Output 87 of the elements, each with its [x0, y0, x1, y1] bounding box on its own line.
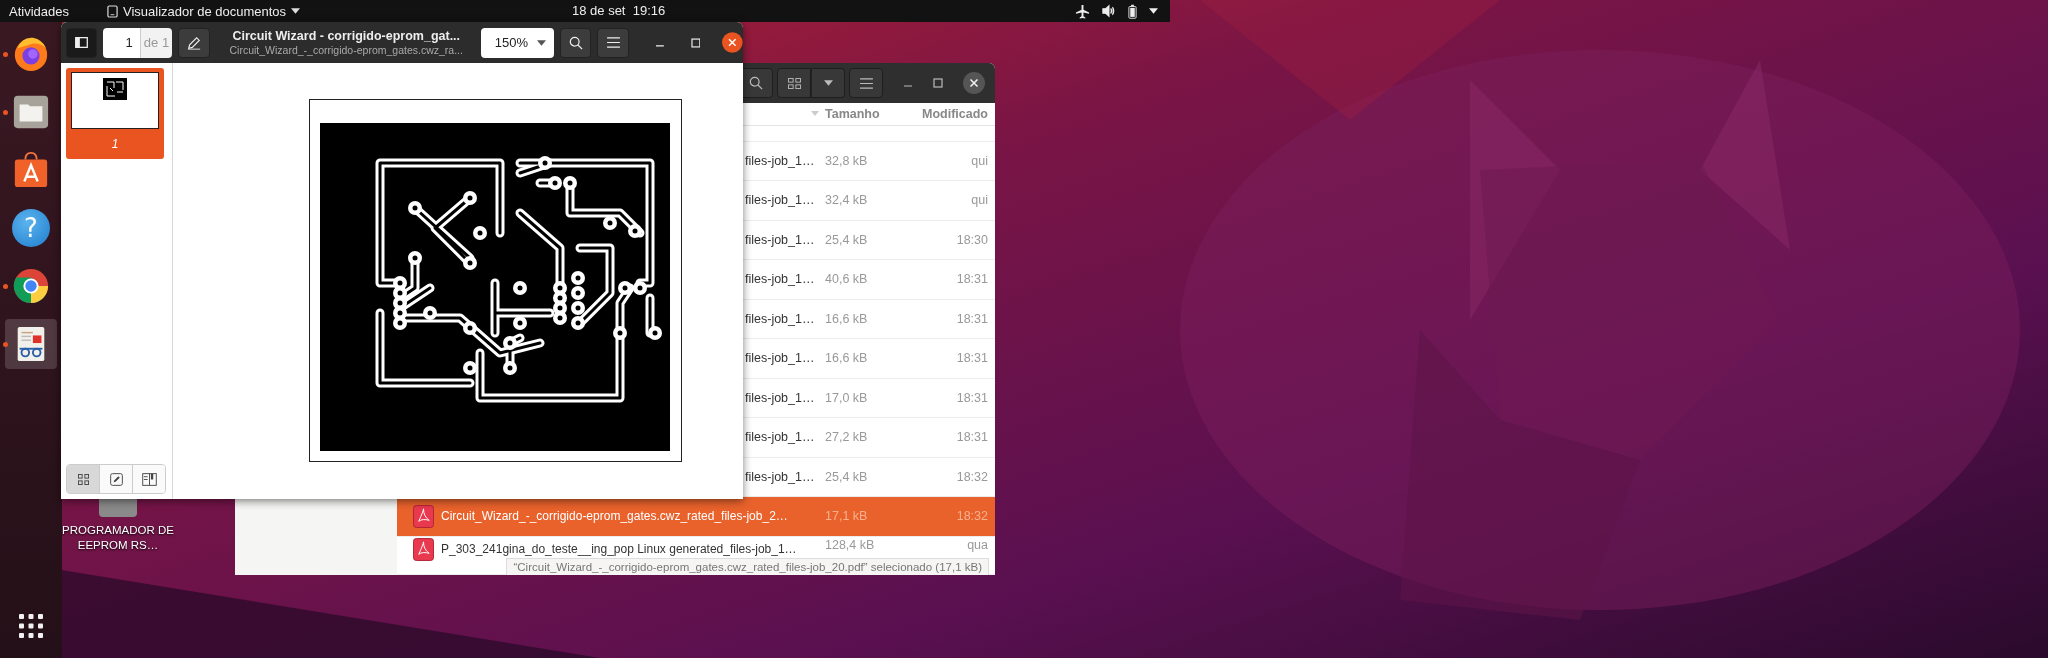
dock-item[interactable]: [5, 319, 57, 369]
file-size: 17,1 kB: [825, 509, 869, 524]
file-size: 25,4 kB: [825, 469, 869, 484]
file-name: files-job_1…: [745, 153, 815, 168]
file-name: files-job_1…: [745, 193, 815, 208]
annotate-button[interactable]: [178, 27, 210, 58]
page-thumbnail[interactable]: 1: [66, 68, 164, 159]
file-name: Circuit_Wizard_-_corrigido-eprom_gates.cwz_rated_files-job_2…: [441, 509, 788, 524]
file-size: 17,0 kB: [825, 390, 869, 405]
caret-icon: [536, 39, 546, 46]
help-icon: ?: [12, 209, 50, 247]
grid-icon: [787, 77, 801, 89]
menu-icon: [859, 77, 873, 89]
bookmarks-tab[interactable]: [133, 465, 165, 493]
menu-icon: [606, 37, 620, 48]
file-size: 32,8 kB: [825, 153, 869, 168]
file-size: 16,6 kB: [825, 311, 869, 326]
view-toggle-button[interactable]: [777, 68, 811, 98]
close-icon[interactable]: [963, 72, 985, 94]
pdf-file-icon: [413, 537, 434, 561]
pencil-icon: [109, 472, 123, 486]
menu-button[interactable]: [597, 27, 629, 58]
file-date: 18:31: [955, 272, 989, 287]
caret-icon: [291, 8, 301, 14]
search-button[interactable]: [559, 27, 592, 58]
pencil-icon: [186, 35, 201, 50]
status-tooltip: “Circuit_Wizard_-_corrigido-eprom_gates.cwz_rated_files-job_20.pdf” selecionado (17,1 kB): [506, 558, 989, 575]
battery-icon[interactable]: [1128, 3, 1137, 19]
file-date: qui: [970, 153, 989, 168]
file-name: files-job_1…: [745, 390, 815, 405]
search-icon: [568, 35, 583, 50]
file-date: 18:32: [955, 469, 989, 484]
window-subtitle: Circuit_Wizard_-_corrigido-eprom_gates.cwz_ra...: [229, 44, 463, 56]
file-name: files-job_1…: [745, 430, 815, 445]
file-name: files-job_1…: [745, 469, 815, 484]
search-icon: [749, 76, 763, 90]
document-icon: [107, 4, 118, 18]
page-count: de 1: [140, 27, 173, 58]
file-date: 18:31: [955, 430, 989, 445]
file-name: P_303_241gina_do_teste__ing_pop Linux generated_files-job_1…: [441, 542, 797, 557]
sidebar-icon: [75, 37, 89, 48]
firefox-icon: [12, 35, 50, 73]
column-header[interactable]: Tamanho: [825, 106, 905, 121]
book-icon: [141, 472, 157, 486]
file-date: 18:31: [955, 390, 989, 405]
file-size: 40,6 kB: [825, 272, 869, 287]
pdf-file-icon: [413, 504, 434, 528]
file-date: 18:31: [955, 311, 989, 326]
close-icon[interactable]: [722, 32, 743, 53]
caret-icon: [823, 80, 833, 86]
folder-icon: [12, 93, 50, 131]
caret-icon[interactable]: [1149, 8, 1158, 14]
chrome-icon: [12, 267, 50, 305]
annotations-tab[interactable]: [100, 465, 133, 493]
maximize-icon[interactable]: [933, 78, 943, 88]
clock[interactable]: 18 de set 19:16: [572, 3, 666, 18]
file-size: 25,4 kB: [825, 232, 869, 247]
file-date: 18:30: [955, 232, 989, 247]
view-options-button[interactable]: [811, 68, 845, 98]
sidebar-toggle-button[interactable]: [66, 27, 98, 58]
window-title: Circuit Wizard - corrigido-eprom_gat...: [232, 29, 461, 43]
file-date: 18:31: [955, 351, 989, 366]
column-header[interactable]: Modificado: [905, 106, 995, 121]
thumbnails-tab[interactable]: [67, 465, 100, 493]
app-grid-icon[interactable]: [19, 614, 43, 638]
file-size: 27,2 kB: [825, 430, 869, 445]
shopping-bag-icon: [12, 151, 50, 189]
file-date: qua: [966, 537, 989, 552]
grid-icon: [77, 473, 89, 485]
file-name: files-job_1…: [745, 311, 815, 326]
file-date: qui: [970, 193, 989, 208]
activities-button[interactable]: Atividades: [9, 3, 69, 19]
file-size: 128,4 kB: [825, 537, 876, 552]
file-name: files-job_1…: [745, 272, 815, 287]
pcb-thumbnail-drawing: [103, 78, 127, 100]
file-size: 32,4 kB: [825, 193, 869, 208]
airplane-icon[interactable]: [1075, 3, 1090, 19]
file-size: 16,6 kB: [825, 351, 869, 366]
page-number-field[interactable]: 1: [103, 27, 141, 58]
speaker-icon[interactable]: [1102, 4, 1116, 18]
menu-button[interactable]: [849, 68, 883, 98]
file-name: files-job_1…: [745, 232, 815, 247]
zoom-dropdown[interactable]: 150%: [480, 27, 554, 58]
app-menu[interactable]: Visualizador de documentos: [107, 3, 301, 19]
file-date: 18:32: [955, 509, 989, 524]
file-name: files-job_1…: [745, 351, 815, 366]
desktop-icon-label[interactable]: PROGRAMADOR DE EEPROM RS…: [62, 523, 174, 553]
